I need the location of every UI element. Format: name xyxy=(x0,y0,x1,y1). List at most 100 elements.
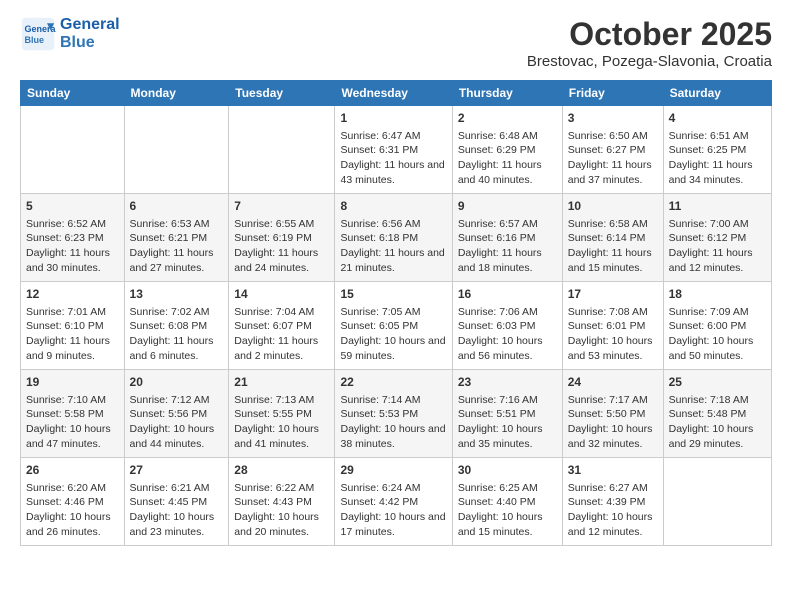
calendar-cell: 28Sunrise: 6:22 AMSunset: 4:43 PMDayligh… xyxy=(229,458,335,546)
day-info: Daylight: 11 hours and 30 minutes. xyxy=(26,246,119,275)
calendar-table: SundayMondayTuesdayWednesdayThursdayFrid… xyxy=(20,80,772,546)
day-header-tuesday: Tuesday xyxy=(229,81,335,106)
day-number: 23 xyxy=(458,374,557,391)
day-info: Sunrise: 6:51 AM xyxy=(669,129,766,144)
day-header-wednesday: Wednesday xyxy=(335,81,452,106)
day-info: Sunrise: 6:56 AM xyxy=(340,217,446,232)
day-info: Sunset: 6:10 PM xyxy=(26,319,119,334)
day-info: Sunset: 6:31 PM xyxy=(340,143,446,158)
day-info: Sunrise: 6:21 AM xyxy=(130,481,224,496)
calendar-cell: 12Sunrise: 7:01 AMSunset: 6:10 PMDayligh… xyxy=(21,282,125,370)
day-info: Sunset: 6:05 PM xyxy=(340,319,446,334)
day-info: Sunset: 6:23 PM xyxy=(26,231,119,246)
day-info: Sunset: 4:40 PM xyxy=(458,495,557,510)
calendar-cell xyxy=(21,106,125,194)
page: General Blue General Blue October 2025 B… xyxy=(0,0,792,562)
day-number: 12 xyxy=(26,286,119,303)
day-info: Sunset: 6:00 PM xyxy=(669,319,766,334)
day-number: 14 xyxy=(234,286,329,303)
day-info: Sunset: 6:01 PM xyxy=(568,319,658,334)
day-info: Daylight: 11 hours and 43 minutes. xyxy=(340,158,446,187)
calendar-cell xyxy=(124,106,229,194)
day-info: Sunrise: 7:09 AM xyxy=(669,305,766,320)
day-number: 13 xyxy=(130,286,224,303)
calendar-cell: 27Sunrise: 6:21 AMSunset: 4:45 PMDayligh… xyxy=(124,458,229,546)
day-info: Sunset: 6:18 PM xyxy=(340,231,446,246)
day-info: Daylight: 11 hours and 37 minutes. xyxy=(568,158,658,187)
day-number: 21 xyxy=(234,374,329,391)
day-info: Sunset: 4:39 PM xyxy=(568,495,658,510)
header: General Blue General Blue October 2025 B… xyxy=(20,16,772,70)
day-info: Daylight: 11 hours and 27 minutes. xyxy=(130,246,224,275)
calendar-cell: 9Sunrise: 6:57 AMSunset: 6:16 PMDaylight… xyxy=(452,194,562,282)
day-number: 15 xyxy=(340,286,446,303)
title-block: October 2025 Brestovac, Pozega-Slavonia,… xyxy=(527,16,772,70)
day-info: Sunrise: 7:08 AM xyxy=(568,305,658,320)
day-info: Sunset: 6:12 PM xyxy=(669,231,766,246)
day-info: Sunset: 6:21 PM xyxy=(130,231,224,246)
day-info: Daylight: 10 hours and 38 minutes. xyxy=(340,422,446,451)
day-info: Sunset: 6:14 PM xyxy=(568,231,658,246)
day-info: Sunset: 5:58 PM xyxy=(26,407,119,422)
calendar-cell xyxy=(229,106,335,194)
day-info: Sunset: 6:08 PM xyxy=(130,319,224,334)
day-info: Daylight: 11 hours and 12 minutes. xyxy=(669,246,766,275)
week-row-4: 19 Sunrise: 7:10 AMSunset: 5:58 PM Dayligh… xyxy=(21,370,772,458)
calendar-cell: 23 Sunrise: 7:16 AMSunset: 5:51 PMDayligh… xyxy=(452,370,562,458)
day-info: Sunset: 4:45 PM xyxy=(130,495,224,510)
day-header-friday: Friday xyxy=(562,81,663,106)
day-number: 8 xyxy=(340,198,446,215)
day-info: Daylight: 11 hours and 6 minutes. xyxy=(130,334,224,363)
day-info: Daylight: 10 hours and 41 minutes. xyxy=(234,422,329,451)
day-info: Sunrise: 7:17 AM xyxy=(568,393,658,408)
day-info: Sunset: 5:55 PM xyxy=(234,407,329,422)
day-info: Sunrise: 7:12 AM xyxy=(130,393,224,408)
day-info: Sunrise: 6:58 AM xyxy=(568,217,658,232)
day-info: Daylight: 10 hours and 29 minutes. xyxy=(669,422,766,451)
day-number: 20 xyxy=(130,374,224,391)
day-info: Sunset: 6:16 PM xyxy=(458,231,557,246)
day-info: Sunrise: 6:47 AM xyxy=(340,129,446,144)
week-row-3: 12 Sunrise: 7:01 AMSunset: 6:10 PM Dayligh… xyxy=(21,282,772,370)
day-info: Sunset: 5:51 PM xyxy=(458,407,557,422)
day-info: Sunset: 6:03 PM xyxy=(458,319,557,334)
day-info: Sunset: 5:53 PM xyxy=(340,407,446,422)
calendar-subtitle: Brestovac, Pozega-Slavonia, Croatia xyxy=(527,53,772,70)
day-info: Sunrise: 7:04 AM xyxy=(234,305,329,320)
day-info: Daylight: 10 hours and 15 minutes. xyxy=(458,510,557,539)
day-info: Sunset: 5:50 PM xyxy=(568,407,658,422)
day-info: Daylight: 11 hours and 40 minutes. xyxy=(458,158,557,187)
days-header-row: SundayMondayTuesdayWednesdayThursdayFrid… xyxy=(21,81,772,106)
day-info: Daylight: 10 hours and 26 minutes. xyxy=(26,510,119,539)
day-info: Sunrise: 7:05 AM xyxy=(340,305,446,320)
day-header-thursday: Thursday xyxy=(452,81,562,106)
day-number: 18 xyxy=(669,286,766,303)
day-number: 4 xyxy=(669,110,766,127)
day-info: Sunset: 4:43 PM xyxy=(234,495,329,510)
logo-line2: Blue xyxy=(60,34,120,52)
day-number: 24 xyxy=(568,374,658,391)
calendar-cell: 30Sunrise: 6:25 AMSunset: 4:40 PMDayligh… xyxy=(452,458,562,546)
day-number: 16 xyxy=(458,286,557,303)
day-number: 10 xyxy=(568,198,658,215)
day-info: Daylight: 11 hours and 2 minutes. xyxy=(234,334,329,363)
day-number: 19 xyxy=(26,374,119,391)
day-info: Sunrise: 7:01 AM xyxy=(26,305,119,320)
day-info: Sunset: 5:56 PM xyxy=(130,407,224,422)
day-number: 9 xyxy=(458,198,557,215)
logo-line1: General xyxy=(60,16,120,34)
day-info: Sunrise: 7:10 AM xyxy=(26,393,119,408)
day-number: 3 xyxy=(568,110,658,127)
day-info: Sunrise: 6:55 AM xyxy=(234,217,329,232)
calendar-cell: 18Sunrise: 7:09 AMSunset: 6:00 PMDayligh… xyxy=(663,282,771,370)
week-row-5: 26Sunrise: 6:20 AMSunset: 4:46 PMDayligh… xyxy=(21,458,772,546)
logo-icon: General Blue xyxy=(20,16,56,52)
day-info: Sunrise: 6:57 AM xyxy=(458,217,557,232)
day-info: Daylight: 10 hours and 35 minutes. xyxy=(458,422,557,451)
day-info: Daylight: 11 hours and 34 minutes. xyxy=(669,158,766,187)
day-info: Sunset: 6:27 PM xyxy=(568,143,658,158)
svg-text:Blue: Blue xyxy=(25,35,45,45)
day-info: Sunrise: 7:16 AM xyxy=(458,393,557,408)
day-number: 22 xyxy=(340,374,446,391)
calendar-cell: 1Sunrise: 6:47 AMSunset: 6:31 PMDaylight… xyxy=(335,106,452,194)
